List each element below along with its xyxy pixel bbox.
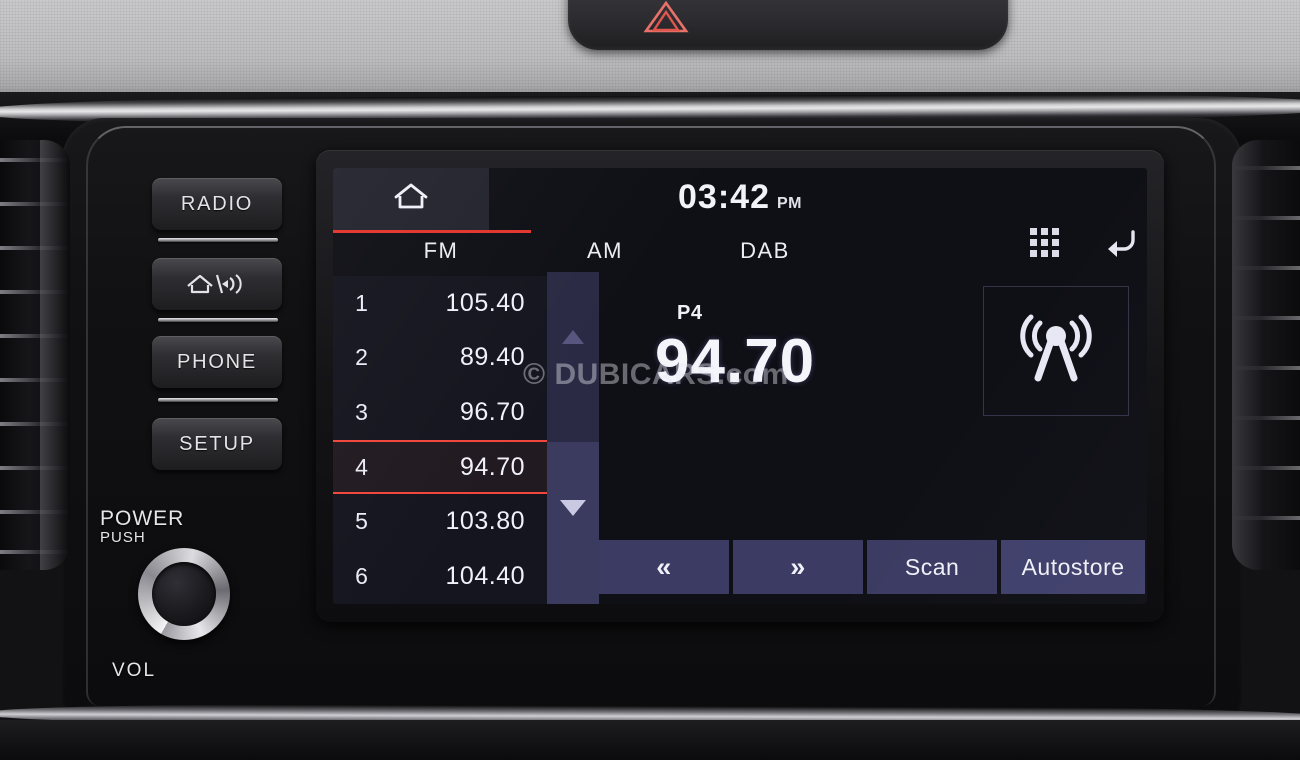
preset-list: 1 105.40 2 89.40 3 96.70 4 94.70 5 103.8… bbox=[333, 276, 547, 604]
preset-row-2[interactable]: 2 89.40 bbox=[333, 331, 547, 386]
preset-frequency: 103.80 bbox=[445, 507, 525, 536]
preset-frequency: 94.70 bbox=[459, 452, 525, 481]
screen-bezel: 03:42 PM FM AM DAB 1 105.40 2 89.40 3 96… bbox=[316, 150, 1164, 622]
setup-button[interactable]: SETUP bbox=[152, 418, 282, 470]
radio-button[interactable]: RADIO bbox=[152, 178, 282, 230]
preset-frequency: 96.70 bbox=[459, 397, 525, 426]
home-media-icon bbox=[184, 271, 250, 297]
active-tab-underline bbox=[333, 230, 531, 233]
button-separator-1 bbox=[158, 238, 278, 242]
preset-frequency: 105.40 bbox=[445, 288, 525, 317]
band-tabs: FM AM DAB bbox=[333, 238, 1147, 272]
preset-number: 5 bbox=[355, 508, 369, 535]
preset-number: 3 bbox=[355, 398, 369, 425]
preset-tag: P4 bbox=[677, 302, 703, 324]
preset-scrollbar[interactable] bbox=[547, 272, 599, 604]
back-arrow-icon[interactable] bbox=[1097, 226, 1139, 258]
autostore-button[interactable]: Autostore bbox=[1001, 540, 1146, 594]
radio-broadcast-antenna-icon bbox=[1010, 310, 1102, 393]
tab-fm[interactable]: FM bbox=[381, 238, 501, 264]
radio-button-label: RADIO bbox=[180, 192, 254, 215]
preset-row-6[interactable]: 6 104.40 bbox=[333, 549, 547, 604]
lower-console-panel bbox=[0, 720, 1300, 760]
volume-knob-face[interactable] bbox=[152, 562, 216, 626]
preset-number: 1 bbox=[355, 289, 369, 316]
top-right-icon-group bbox=[1030, 226, 1139, 258]
setup-button-label: SETUP bbox=[179, 432, 255, 455]
grid-menu-icon[interactable] bbox=[1030, 227, 1059, 257]
lcd-display: 03:42 PM FM AM DAB 1 105.40 2 89.40 3 96… bbox=[333, 168, 1147, 604]
hazard-triangle-icon bbox=[643, 0, 689, 34]
seek-up-button[interactable]: » bbox=[733, 540, 864, 594]
volume-knob[interactable] bbox=[138, 548, 230, 640]
tab-am[interactable]: AM bbox=[545, 238, 665, 264]
push-label: PUSH bbox=[100, 529, 146, 547]
phone-button-label: PHONE bbox=[176, 350, 258, 373]
power-label: POWER bbox=[100, 507, 185, 530]
preset-row-1[interactable]: 1 105.40 bbox=[333, 276, 547, 331]
air-vent-right bbox=[1232, 140, 1300, 570]
vol-label: VOL bbox=[112, 660, 157, 681]
preset-row-5[interactable]: 5 103.80 bbox=[333, 494, 547, 549]
now-playing-area: P4 94.70 bbox=[599, 278, 1019, 478]
scan-button[interactable]: Scan bbox=[867, 540, 998, 594]
dashboard-console: RADIO PHONE SETUP POWER PUSH VOL 03:42 P… bbox=[0, 0, 1300, 760]
button-separator-2 bbox=[158, 318, 278, 322]
preset-row-4[interactable]: 4 94.70 bbox=[333, 439, 547, 495]
seek-down-button[interactable]: « bbox=[599, 540, 730, 594]
power-push-label: POWER PUSH bbox=[100, 507, 185, 547]
clock-time: 03:42 bbox=[678, 178, 770, 216]
preset-row-3[interactable]: 3 96.70 bbox=[333, 385, 547, 440]
current-frequency: 94.70 bbox=[655, 327, 816, 396]
action-button-bar: « » Scan Autostore bbox=[599, 540, 1146, 594]
air-vent-left bbox=[0, 140, 70, 570]
scroll-up-arrow-icon[interactable] bbox=[562, 330, 584, 344]
button-separator-3 bbox=[158, 398, 278, 402]
station-logo-box bbox=[983, 286, 1129, 416]
home-button[interactable] bbox=[333, 168, 489, 230]
tab-dab[interactable]: DAB bbox=[705, 238, 825, 264]
scrollbar-thumb[interactable] bbox=[547, 442, 599, 604]
volume-knob-ring[interactable] bbox=[138, 548, 230, 640]
preset-frequency: 104.40 bbox=[445, 561, 525, 590]
clock-meridiem: PM bbox=[776, 195, 802, 212]
scroll-down-arrow-icon[interactable] bbox=[560, 500, 586, 516]
home-media-button[interactable] bbox=[152, 258, 282, 310]
preset-frequency: 89.40 bbox=[459, 343, 525, 372]
preset-number: 6 bbox=[355, 562, 369, 589]
phone-button[interactable]: PHONE bbox=[152, 336, 282, 388]
home-icon bbox=[391, 180, 431, 219]
preset-number: 2 bbox=[355, 344, 369, 371]
hazard-button[interactable] bbox=[630, 0, 702, 38]
preset-number: 4 bbox=[355, 453, 369, 480]
